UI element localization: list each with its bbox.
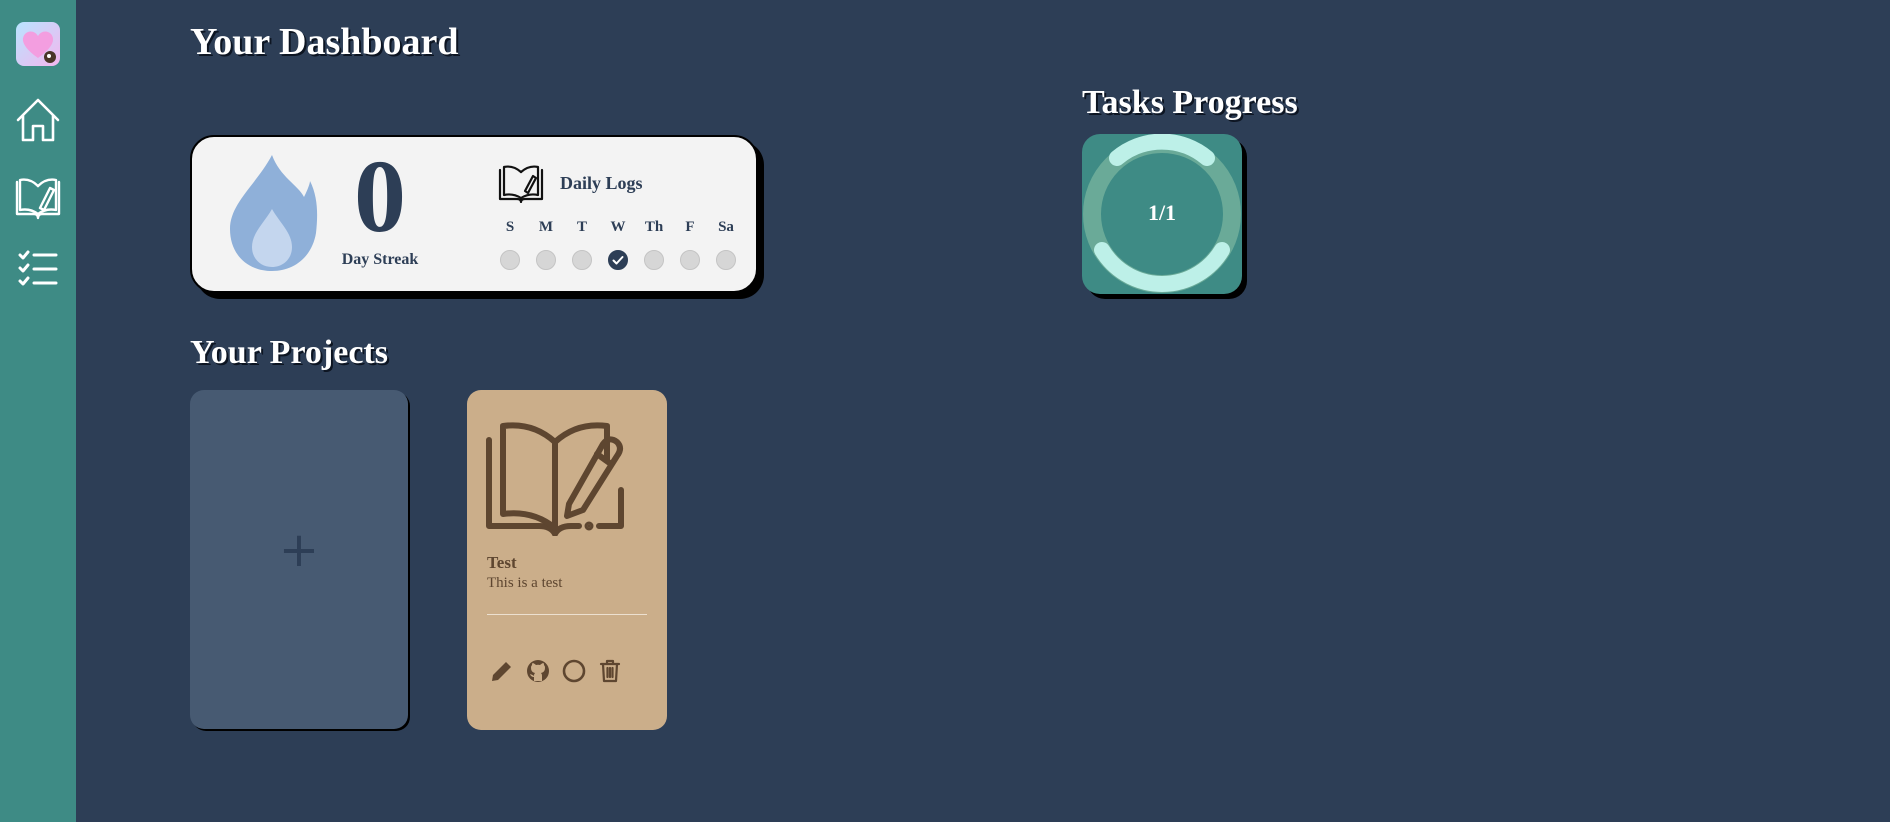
day-indicator — [572, 250, 592, 270]
day-indicator — [680, 250, 700, 270]
progress-text: 1/1 — [1147, 200, 1177, 225]
streak-count: 0 — [354, 139, 406, 254]
day-indicator — [500, 250, 520, 270]
book-pen-icon — [485, 420, 629, 537]
status-circle-icon[interactable] — [561, 658, 587, 684]
day-label: Th — [644, 219, 664, 235]
streak-card: 0 Day Streak Daily Logs S M T W Th F Sa — [190, 135, 758, 293]
sidebar — [0, 0, 76, 822]
project-card[interactable]: Test This is a test — [467, 390, 667, 730]
app-logo[interactable] — [16, 22, 60, 66]
book-pen-icon[interactable] — [14, 172, 62, 220]
streak-label: Day Streak — [341, 251, 419, 268]
book-pen-icon[interactable] — [498, 163, 544, 204]
day-indicator — [644, 250, 664, 270]
day-label: M — [538, 219, 554, 235]
checklist-icon[interactable] — [14, 246, 62, 294]
dashboard-title: Your Dashboard — [190, 21, 459, 63]
day-label: Sa — [718, 219, 734, 235]
tasks-progress-title: Tasks Progress — [1082, 84, 1298, 121]
flame-icon — [228, 153, 318, 273]
project-title: Test — [487, 553, 517, 572]
tasks-progress-card: 1/1 — [1082, 134, 1242, 294]
day-indicator-done — [608, 250, 628, 270]
edit-icon[interactable] — [489, 658, 515, 684]
trash-icon[interactable] — [597, 658, 623, 684]
github-icon[interactable] — [525, 658, 551, 684]
day-label: W — [610, 219, 626, 235]
day-indicator — [716, 250, 736, 270]
projects-title: Your Projects — [190, 334, 388, 371]
add-project-button[interactable]: + — [190, 390, 408, 729]
project-description: This is a test — [487, 575, 563, 591]
day-label: F — [685, 219, 695, 235]
plus-icon: + — [278, 522, 320, 578]
daily-logs-title: Daily Logs — [560, 173, 643, 193]
day-label: S — [505, 219, 515, 235]
day-indicator — [536, 250, 556, 270]
check-icon — [612, 256, 624, 265]
divider — [487, 614, 647, 615]
home-icon[interactable] — [14, 96, 62, 144]
day-label: T — [576, 219, 587, 235]
